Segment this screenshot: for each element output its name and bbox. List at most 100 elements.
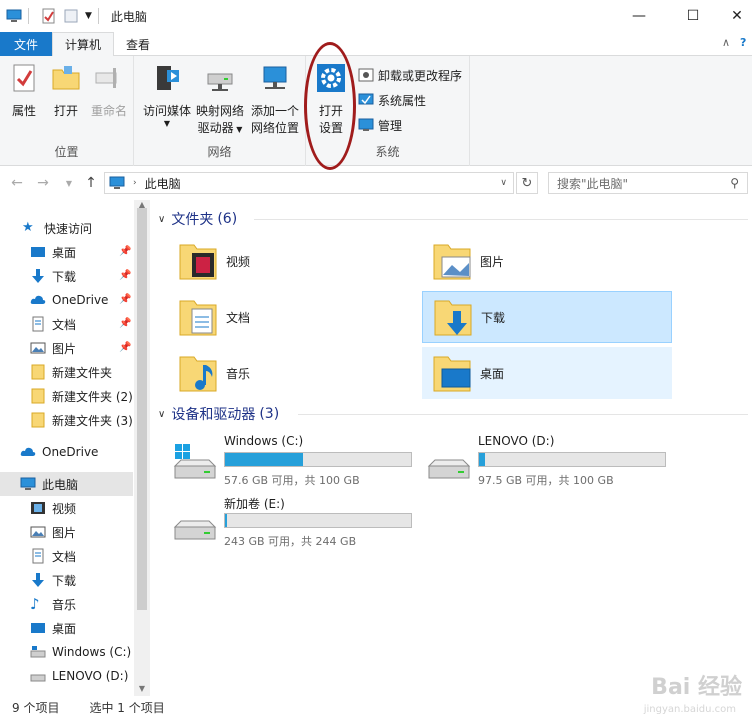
scroll-down-icon[interactable]: ▼	[134, 684, 150, 694]
nav-item-new-folder-2[interactable]: 新建文件夹 (2)	[0, 384, 133, 408]
folder-tile-videos[interactable]: 视频	[168, 235, 418, 287]
nav-item-documents[interactable]: 文档 📌	[0, 312, 133, 336]
search-input[interactable]: 搜索"此电脑" ⚲	[548, 172, 748, 194]
breadcrumb-this-pc[interactable]: 此电脑	[145, 175, 181, 192]
nav-pc-documents[interactable]: 文档	[0, 544, 133, 568]
new-folder-quick-icon[interactable]	[63, 8, 79, 24]
pin-icon[interactable]: 📌	[119, 246, 131, 258]
video-folder-icon	[179, 244, 217, 280]
nav-this-pc[interactable]: 此电脑	[0, 472, 133, 496]
properties-quick-icon[interactable]	[41, 8, 57, 24]
toolbar-separator	[97, 8, 99, 24]
pin-icon[interactable]: 📌	[119, 294, 131, 306]
chevron-down-icon[interactable]: ∨	[158, 409, 165, 420]
tab-computer[interactable]: 计算机	[52, 32, 115, 57]
nav-pc-downloads[interactable]: 下载	[0, 568, 133, 592]
help-icon[interactable]: ?	[740, 36, 746, 49]
nav-item-desktop[interactable]: 桌面 📌	[0, 240, 133, 264]
back-arrow-icon[interactable]: ←	[6, 172, 28, 194]
watermark-logo: Bai 经验	[651, 675, 742, 700]
access-media-label: 访问媒体	[142, 104, 191, 118]
address-dropdown-icon[interactable]: ∨	[500, 178, 507, 188]
scroll-thumb[interactable]	[137, 208, 147, 610]
map-network-drive-button[interactable]: 映射网络 驱动器 ▼	[194, 62, 246, 138]
nav-pc-pictures[interactable]: 图片	[0, 520, 133, 544]
system-properties-button[interactable]: 系统属性	[358, 89, 426, 111]
nav-pc-music[interactable]: ♪ 音乐	[0, 592, 133, 616]
nav-item-pictures[interactable]: 图片 📌	[0, 336, 133, 360]
properties-button[interactable]: 属性	[6, 62, 42, 120]
nav-quick-access-label: 快速访问	[44, 221, 93, 236]
drives-section-header[interactable]: ∨ 设备和驱动器 (3)	[158, 403, 279, 425]
document-icon	[32, 316, 44, 332]
folder-tile-downloads[interactable]: 下载	[422, 291, 672, 343]
collapse-ribbon-icon[interactable]: ∧	[722, 36, 730, 49]
status-bar: 9 个项目 选中 1 个项目	[0, 696, 752, 719]
nav-item-downloads[interactable]: 下载 📌	[0, 264, 133, 288]
close-button[interactable]: ✕	[714, 0, 752, 32]
nav-pc-drive-d[interactable]: LENOVO (D:)	[0, 664, 133, 688]
manage-button[interactable]: 管理	[358, 114, 402, 136]
access-media-button[interactable]: 访问媒体 ▼	[142, 62, 192, 128]
maximize-button[interactable]: ☐	[670, 0, 716, 32]
rename-button[interactable]: 重命名	[88, 62, 130, 120]
up-arrow-icon[interactable]: ↑	[80, 172, 102, 194]
nav-item-onedrive-quick[interactable]: OneDrive 📌	[0, 288, 133, 312]
forward-arrow-icon[interactable]: →	[32, 172, 54, 194]
uninstall-program-button[interactable]: 卸载或更改程序	[358, 64, 462, 86]
map-drive-label-1: 映射网络	[195, 104, 244, 118]
nav-onedrive[interactable]: OneDrive	[0, 440, 133, 464]
folder-tile-music[interactable]: 音乐	[168, 347, 418, 399]
open-settings-button[interactable]: 打开 设置	[312, 62, 350, 137]
search-icon[interactable]: ⚲	[730, 176, 739, 190]
drive-e[interactable]: 新加卷 (E:) 243 GB 可用，共 244 GB	[172, 493, 422, 553]
open-settings-label-2: 设置	[318, 121, 343, 135]
folder-tile-pictures[interactable]: 图片	[422, 235, 672, 287]
nav-label: OneDrive	[52, 293, 109, 307]
network-drive-icon	[207, 73, 233, 91]
drive-usage-bar	[224, 513, 412, 528]
recent-locations-icon[interactable]: ▼	[58, 172, 80, 194]
computer-icon[interactable]	[6, 8, 22, 24]
pin-icon[interactable]: 📌	[119, 318, 131, 330]
nav-pc-desktop[interactable]: 桌面	[0, 616, 133, 640]
address-input[interactable]: › 此电脑 ∨	[104, 172, 514, 194]
tab-view[interactable]: 查看	[114, 32, 162, 56]
folders-title: 文件夹	[171, 212, 214, 228]
open-button[interactable]: 打开	[48, 62, 84, 120]
section-divider	[298, 414, 748, 415]
access-media-dropdown-icon: ▼	[163, 119, 171, 128]
manage-icon	[358, 118, 374, 131]
pin-icon[interactable]: 📌	[119, 270, 131, 282]
settings-gear-icon	[317, 64, 345, 92]
system-properties-label: 系统属性	[378, 93, 427, 108]
toolbar-separator	[28, 8, 29, 24]
system-properties-icon	[358, 93, 374, 105]
nav-item-new-folder-3[interactable]: 新建文件夹 (3)	[0, 408, 133, 432]
folders-section-header[interactable]: ∨ 文件夹 (6)	[158, 208, 237, 230]
drive-name: 新加卷 (E:)	[224, 497, 285, 511]
drive-icon	[30, 674, 46, 682]
nav-pc-videos[interactable]: 视频	[0, 496, 133, 520]
refresh-button[interactable]: ↻	[516, 172, 538, 194]
nav-item-new-folder[interactable]: 新建文件夹	[0, 360, 133, 384]
breadcrumb-chevron-icon[interactable]: ›	[133, 178, 137, 188]
cloud-icon	[30, 295, 46, 304]
drive-c[interactable]: Windows (C:) 57.6 GB 可用，共 100 GB	[172, 432, 422, 492]
desktop-icon	[31, 623, 45, 633]
nav-quick-access[interactable]: ★ 快速访问	[22, 216, 133, 240]
nav-pane-scrollbar[interactable]: ▲ ▼	[134, 200, 150, 696]
drive-d[interactable]: LENOVO (D:) 97.5 GB 可用，共 100 GB	[426, 432, 676, 492]
quick-access-dropdown[interactable]: ▼	[85, 11, 92, 21]
pin-icon[interactable]: 📌	[119, 342, 131, 354]
chevron-down-icon[interactable]: ∨	[158, 214, 165, 225]
minimize-button[interactable]: —	[616, 0, 662, 32]
folder-tile-documents[interactable]: 文档	[168, 291, 418, 343]
drive-name: Windows (C:)	[224, 434, 304, 448]
nav-pc-drive-c[interactable]: Windows (C:)	[0, 640, 133, 664]
add-network-location-button[interactable]: 添加一个 网络位置	[246, 62, 304, 137]
folder-tile-desktop[interactable]: 桌面	[422, 347, 672, 399]
open-folder-icon	[52, 66, 80, 90]
drives-count: (3)	[259, 406, 280, 422]
tab-file[interactable]: 文件	[0, 32, 52, 56]
